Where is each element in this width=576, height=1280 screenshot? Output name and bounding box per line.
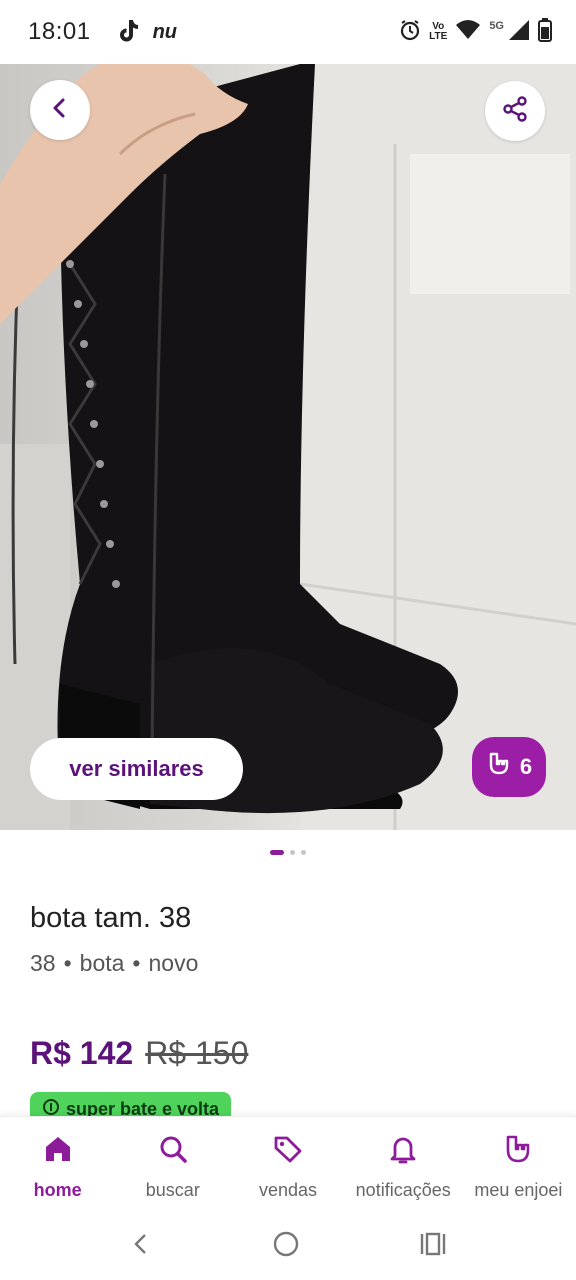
likes-button[interactable]: 6 [472,737,546,797]
nav-label: notificações [355,1180,451,1200]
nav-notifications[interactable]: notificações [346,1117,461,1212]
nav-home[interactable]: home [0,1117,115,1212]
battery-icon [538,17,552,47]
system-recents-icon[interactable] [419,1232,447,1261]
bell-icon [387,1133,419,1170]
likes-count: 6 [519,754,533,779]
share-button[interactable] [485,81,545,141]
current-price: R$ 142 [30,1035,134,1071]
wifi-icon [455,19,481,46]
bottom-navigation: home buscar vendas notificações meu enjo… [0,1116,576,1212]
status-bar: 18:01 nu Vo LTE 5G [0,0,576,64]
product-meta: 38 • bota • novo [30,950,198,977]
search-icon [157,1133,189,1170]
system-back-icon[interactable] [129,1232,153,1261]
signal-icon [508,19,530,46]
carousel-dot[interactable] [301,850,306,855]
back-button[interactable] [30,80,90,140]
product-size: 38 [30,950,56,976]
nubank-icon: nu [152,20,177,43]
status-right: Vo LTE 5G [399,17,552,47]
chevron-left-icon [48,96,72,125]
alarm-icon [399,19,421,46]
meta-separator: • [63,950,72,976]
network-type: 5G [489,20,504,32]
product-image[interactable]: ver similares 6 [0,64,576,830]
system-navigation-bar [0,1212,576,1280]
product-title: bota tam. 38 [30,902,192,934]
meta-separator: • [132,950,141,976]
tag-icon [272,1133,304,1170]
view-similar-button[interactable]: ver similares [30,738,243,800]
status-time: 18:01 [28,18,91,45]
nav-label: vendas [258,1180,318,1200]
nav-label: meu enjoei [474,1180,563,1200]
product-photo [0,64,576,830]
home-icon [42,1133,74,1170]
nav-label: buscar [145,1180,200,1200]
share-icon [502,95,528,127]
carousel-dot[interactable] [270,850,284,855]
price-row: R$ 142 R$ 150 [30,1035,248,1072]
product-category[interactable]: bota [80,950,125,977]
rock-hand-icon [486,751,512,783]
carousel-dot[interactable] [290,850,295,855]
product-condition: novo [148,950,199,976]
volte-indicator: Vo LTE [429,21,448,42]
nav-sales[interactable]: vendas [230,1117,345,1212]
tiktok-icon [117,18,139,47]
nav-label: home [33,1180,82,1200]
rock-hand-icon [502,1133,534,1170]
system-home-icon[interactable] [272,1230,300,1263]
carousel-indicator [0,850,576,855]
nav-my-enjoei[interactable]: meu enjoei [461,1117,576,1212]
status-app-icons: nu [117,18,177,47]
original-price: R$ 150 [145,1035,249,1071]
nav-search[interactable]: buscar [115,1117,230,1212]
